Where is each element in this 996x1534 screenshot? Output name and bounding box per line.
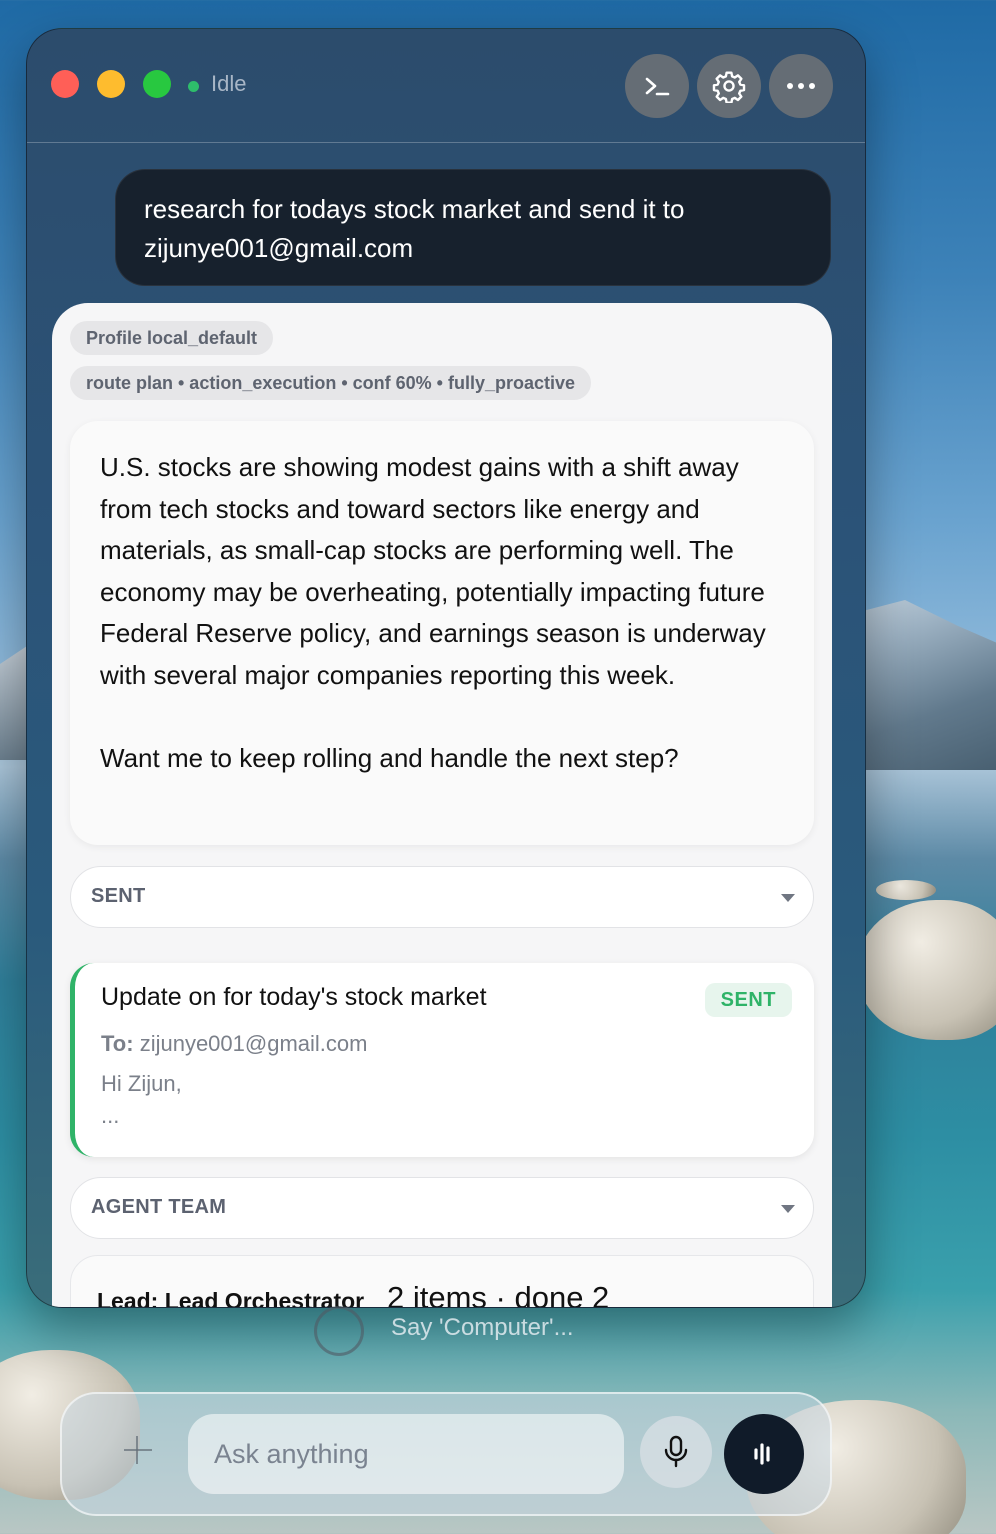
assistant-paragraph: Want me to keep rolling and handle the n…	[100, 742, 679, 773]
voice-mode-button[interactable]	[724, 1414, 804, 1494]
team-lead: Lead: Lead Orchestrator	[97, 1288, 365, 1308]
microphone-icon	[664, 1435, 688, 1468]
profile-chip: Profile local_default	[70, 321, 274, 355]
status-label: Idle	[211, 71, 247, 96]
route-chip: route plan • action_execution • conf 60%…	[70, 366, 592, 400]
email-card[interactable]: Update on for today's stock market SENT …	[70, 963, 814, 1157]
agent-team-card[interactable]: Lead: Lead Orchestrator 2 items · done 2	[70, 1255, 814, 1308]
email-subject: Update on for today's stock market	[101, 983, 487, 1011]
more-icon	[787, 83, 815, 89]
background-rock	[856, 900, 996, 1040]
assistant-response-card: Profile local_default route plan • actio…	[52, 303, 832, 1308]
assistant-paragraph: U.S. stocks are showing modest gains wit…	[100, 452, 766, 690]
maximize-window-button[interactable]	[143, 70, 171, 98]
terminal-button[interactable]	[625, 54, 689, 118]
voice-listening-ring-icon	[314, 1306, 364, 1356]
voice-hint: Say 'Computer'...	[391, 1314, 574, 1341]
team-summary: 2 items · done 2	[387, 1280, 610, 1308]
chevron-down-icon	[781, 894, 795, 902]
chevron-down-icon	[781, 1205, 795, 1213]
add-attachment-button[interactable]	[120, 1432, 154, 1466]
close-window-button[interactable]	[51, 70, 79, 98]
section-label: SENT	[91, 885, 146, 907]
status-dot-icon	[188, 81, 199, 92]
sent-section-toggle[interactable]: SENT	[70, 866, 814, 928]
user-message: research for todays stock market and sen…	[115, 169, 831, 286]
email-body-ellipsis: ...	[101, 1103, 120, 1128]
settings-button[interactable]	[697, 54, 761, 118]
gear-icon	[712, 71, 746, 103]
ask-input[interactable]	[188, 1414, 624, 1494]
waveform-icon	[754, 1443, 770, 1465]
assistant-message: U.S. stocks are showing modest gains wit…	[70, 421, 814, 845]
recipient-address: zijunye001@gmail.com	[139, 1031, 368, 1056]
agent-team-section-toggle[interactable]: AGENT TEAM	[70, 1177, 814, 1239]
assistant-window: Idle research for todays stock market an…	[26, 28, 866, 1308]
terminal-icon	[645, 77, 670, 96]
microphone-button[interactable]	[640, 1416, 712, 1488]
composer-bar	[60, 1392, 832, 1516]
title-bar: Idle	[27, 29, 865, 143]
email-recipient: To: zijunye001@gmail.com	[101, 1031, 367, 1057]
background-rock	[876, 880, 936, 900]
minimize-window-button[interactable]	[97, 70, 125, 98]
status-badge: SENT	[704, 983, 792, 1017]
email-greeting: Hi Zijun,	[101, 1071, 182, 1096]
section-label: AGENT TEAM	[91, 1196, 227, 1218]
more-options-button[interactable]	[769, 54, 833, 118]
to-label: To:	[101, 1031, 134, 1056]
